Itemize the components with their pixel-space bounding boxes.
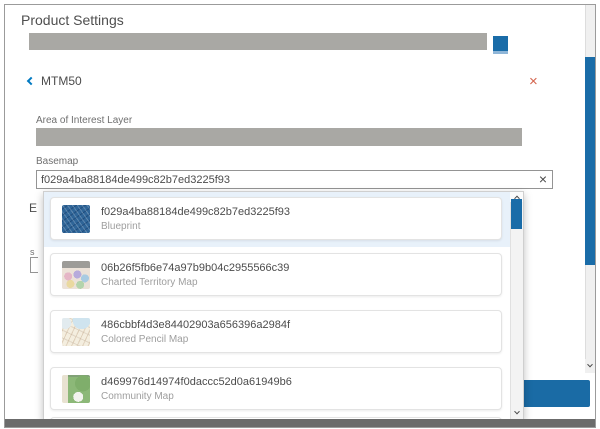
accent-square-button[interactable] <box>493 36 508 54</box>
basemap-thumbnail-blueprint <box>62 205 90 233</box>
basemap-option-name: Colored Pencil Map <box>101 334 290 345</box>
clear-input-icon[interactable]: × <box>539 172 552 187</box>
product-settings-dialog: Product Settings MTM50 × Area of Interes… <box>4 4 596 428</box>
basemap-option-id: 486cbbf4d3e84402903a656396a2984f <box>101 319 290 331</box>
screenshot-canvas: Product Settings MTM50 × Area of Interes… <box>0 0 600 429</box>
basemap-thumbnail-community <box>62 375 90 403</box>
basemap-option-id: d469976d14974f0daccc52d0a61949b6 <box>101 376 292 388</box>
obscured-label-fragment: E <box>29 201 37 215</box>
basemap-input[interactable] <box>37 174 539 186</box>
basemap-option-id: 06b26f5fb6e74a97b9b04c2955566c39 <box>101 262 289 274</box>
basemap-option-charted-territory[interactable]: 06b26f5fb6e74a97b9b04c2955566c39 Charted… <box>50 253 502 296</box>
back-button-label: MTM50 <box>41 74 82 88</box>
basemap-option-name: Charted Territory Map <box>101 277 289 288</box>
window-scrollbar-thumb[interactable] <box>585 57 595 265</box>
basemap-thumbnail-charted-territory <box>62 261 90 289</box>
page-title: Product Settings <box>21 12 124 28</box>
obscured-label-fragment-2: s <box>30 247 35 257</box>
basemap-option-community[interactable]: d469976d14974f0daccc52d0a61949b6 Communi… <box>50 367 502 410</box>
area-of-interest-label: Area of Interest Layer <box>36 115 132 126</box>
dropdown-scroll-down-button[interactable] <box>510 407 523 418</box>
basemap-option-name: Community Map <box>101 391 292 402</box>
close-icon[interactable]: × <box>529 74 538 89</box>
basemap-label: Basemap <box>36 156 78 167</box>
basemap-option-id: f029a4ba88184de499c82b7ed3225f93 <box>101 206 290 218</box>
basemap-option-name: Blueprint <box>101 221 290 232</box>
chevron-down-icon <box>514 408 520 414</box>
basemap-dropdown-panel: f029a4ba88184de499c82b7ed3225f93 Bluepri… <box>43 191 524 420</box>
chevron-down-icon <box>587 362 593 368</box>
basemap-input-wrap: × <box>36 170 553 189</box>
chevron-left-icon <box>27 77 35 85</box>
window-scroll-down-button[interactable] <box>585 359 595 373</box>
bottom-edge-bar <box>5 419 595 427</box>
dropdown-scrollbar-thumb[interactable] <box>511 199 522 229</box>
area-of-interest-field-disabled <box>36 128 522 146</box>
obscured-checkbox-edge <box>30 257 38 273</box>
back-button[interactable]: MTM50 <box>28 74 82 88</box>
basemap-option-colored-pencil[interactable]: 486cbbf4d3e84402903a656396a2984f Colored… <box>50 310 502 353</box>
toolbar-placeholder-bar <box>29 33 487 50</box>
basemap-thumbnail-colored-pencil <box>62 318 90 346</box>
basemap-option-blueprint[interactable]: f029a4ba88184de499c82b7ed3225f93 Bluepri… <box>50 197 502 240</box>
